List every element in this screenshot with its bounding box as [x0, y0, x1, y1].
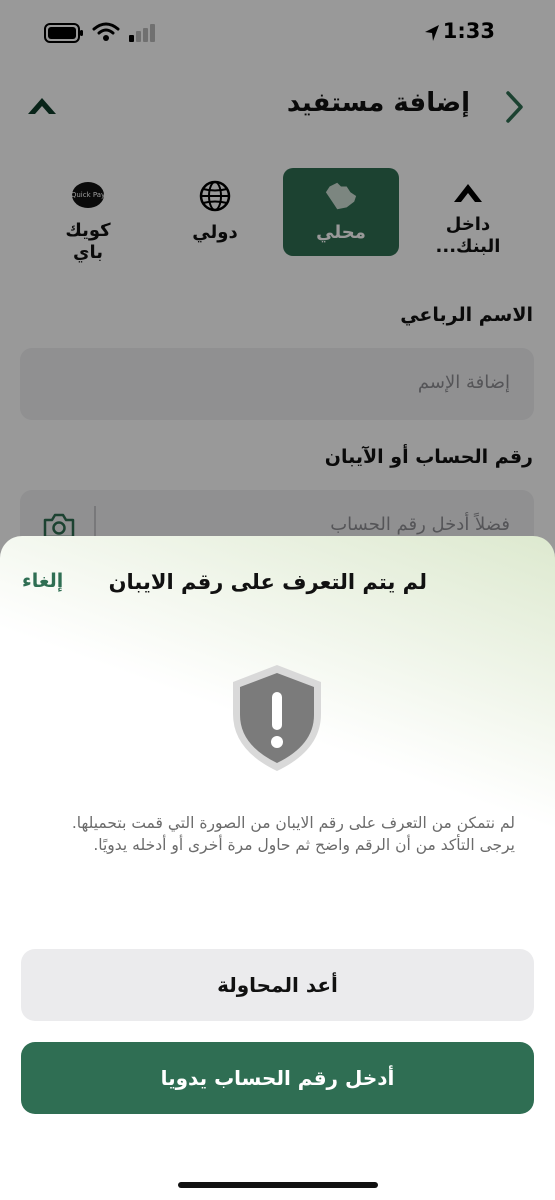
shield-exclamation-icon	[233, 665, 321, 771]
error-message: لم نتمكن من التعرف على رقم الايبان من ال…	[71, 814, 515, 854]
cancel-button[interactable]: إلغاء	[22, 570, 63, 592]
enter-account-manually-button[interactable]: أدخل رقم الحساب يدويا	[21, 1042, 534, 1114]
iban-error-sheet: إلغاء لم يتم التعرف على رقم الايبان لم ن…	[0, 536, 555, 1200]
home-indicator	[178, 1182, 378, 1188]
sheet-title: لم يتم التعرف على رقم الايبان	[108, 570, 427, 594]
retry-button[interactable]: أعد المحاولة	[21, 949, 534, 1021]
